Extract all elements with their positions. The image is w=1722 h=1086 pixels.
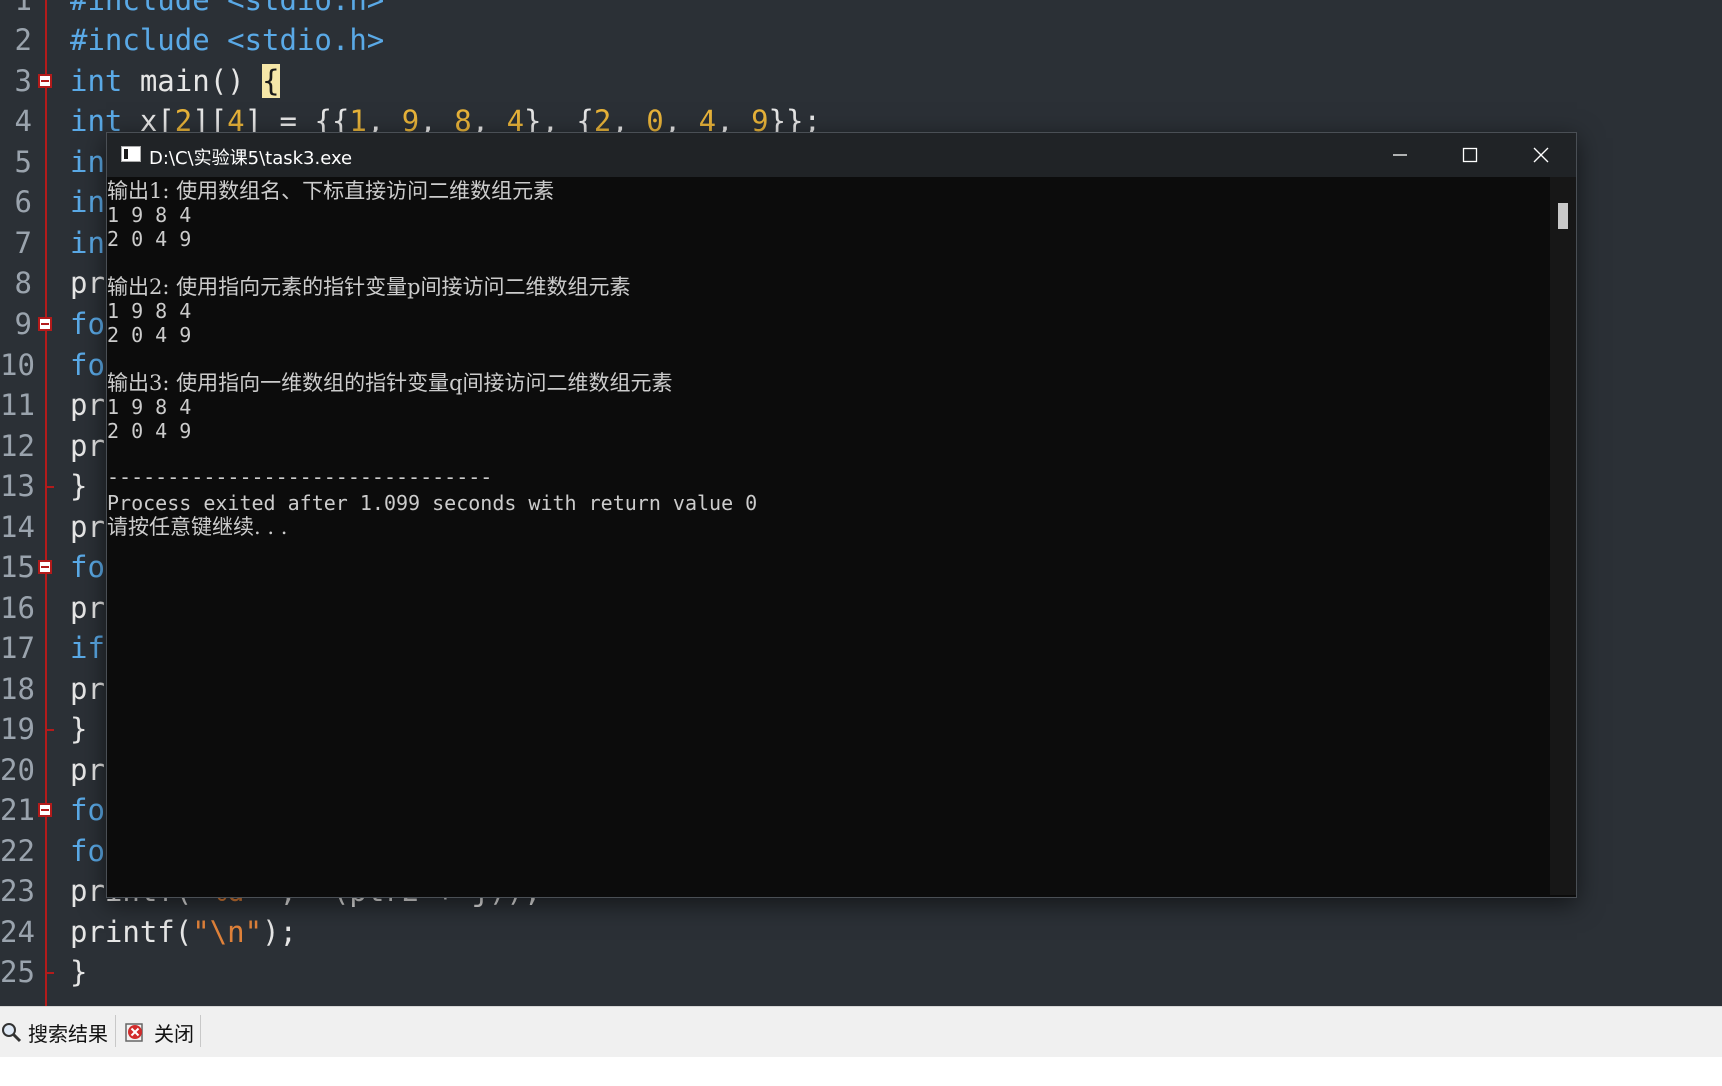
- tab-search-results[interactable]: 搜索结果: [0, 1015, 108, 1049]
- line-number: 1: [14, 0, 32, 17]
- line-number: 6: [14, 185, 32, 219]
- output-line: 2 0 4 9: [107, 323, 192, 347]
- line-number: 3: [14, 64, 32, 98]
- line-number: 4: [14, 104, 32, 138]
- code-line-17: if: [70, 631, 105, 665]
- line-number: 9: [14, 307, 32, 341]
- code-line-20: pr: [70, 753, 105, 787]
- fold-collapse-icon[interactable]: [38, 560, 52, 574]
- close-button[interactable]: 关闭: [124, 1015, 194, 1049]
- minimize-button[interactable]: [1365, 133, 1435, 177]
- output-line: 输出1: 使用数组名、下标直接访问二维数组元素: [107, 179, 555, 203]
- tab-divider: [115, 1015, 116, 1047]
- fold-collapse-icon[interactable]: [38, 74, 52, 88]
- line-number: 24: [0, 915, 35, 949]
- code-line-21: fo: [70, 793, 105, 827]
- line-number: 15: [0, 550, 35, 584]
- close-button-label: 关闭: [154, 1021, 194, 1046]
- line-number: 10: [0, 348, 35, 382]
- magnifier-icon: [0, 1021, 22, 1043]
- console-title: D:\C\实验课5\task3.exe: [149, 148, 353, 169]
- output-line: 1 9 8 4: [107, 299, 192, 323]
- line-number: 16: [0, 591, 35, 625]
- code-line-3: int main() {: [70, 64, 280, 98]
- code-line-12: pr: [70, 429, 105, 463]
- line-number: 14: [0, 510, 35, 544]
- maximize-button[interactable]: [1435, 133, 1505, 177]
- line-number: 8: [14, 266, 32, 300]
- line-number: 12: [0, 429, 35, 463]
- code-line-11: pr: [70, 388, 105, 422]
- scrollbar-thumb[interactable]: [1558, 203, 1568, 229]
- minimize-icon: [1393, 154, 1407, 156]
- line-number: 20: [0, 753, 35, 787]
- line-number: 11: [0, 388, 35, 422]
- line-number: 5: [14, 145, 32, 179]
- output-line: 2 0 4 9: [107, 227, 192, 251]
- code-line-6: in: [70, 185, 105, 219]
- line-number: 25: [0, 955, 35, 989]
- code-line-16: pr: [70, 591, 105, 625]
- code-line-1: #include <stdio.h>: [70, 0, 385, 17]
- output-line: 1 9 8 4: [107, 203, 192, 227]
- console-app-icon: [121, 146, 141, 162]
- output-line: 输出3: 使用指向一维数组的指针变量q间接访问二维数组元素: [107, 371, 673, 395]
- line-number: 2: [14, 23, 32, 57]
- console-window[interactable]: D:\C\实验课5\task3.exe 输出1: 使用数组名、下标直接访问二维数…: [106, 132, 1577, 898]
- press-any-key-line: 请按任意键继续. . .: [107, 515, 288, 539]
- code-line-14: pr: [70, 510, 105, 544]
- process-exit-line: Process exited after 1.099 seconds with …: [107, 491, 758, 515]
- code-line-25: }: [70, 955, 88, 989]
- code-line-15: fo: [70, 550, 105, 584]
- tab-divider: [200, 1015, 201, 1047]
- line-number: 13: [0, 469, 35, 503]
- console-output[interactable]: 输出1: 使用数组名、下标直接访问二维数组元素 1 9 8 4 2 0 4 9 …: [107, 177, 1547, 895]
- output-line: 1 9 8 4: [107, 395, 192, 419]
- console-title-bar[interactable]: D:\C\实验课5\task3.exe: [107, 133, 1576, 177]
- code-line-2: #include <stdio.h>: [70, 23, 385, 57]
- line-number: 18: [0, 672, 35, 706]
- fold-end-marker: [45, 729, 54, 731]
- fold-collapse-icon[interactable]: [38, 803, 52, 817]
- code-line-13: }: [70, 469, 88, 503]
- bottom-panel-tabs: 搜索结果 关闭: [0, 1006, 1722, 1057]
- close-window-icon: [1533, 147, 1549, 163]
- code-line-24: printf("\n");: [70, 915, 297, 949]
- fold-end-marker: [45, 486, 54, 488]
- line-number: 22: [0, 834, 35, 868]
- code-line-5: in: [70, 145, 105, 179]
- matched-brace: {: [262, 64, 280, 98]
- code-line-18: pr: [70, 672, 105, 706]
- code-line-22: fo: [70, 834, 105, 868]
- output-line: 2 0 4 9: [107, 419, 192, 443]
- line-number: 7: [14, 226, 32, 260]
- fold-end-marker: [45, 972, 54, 974]
- maximize-icon: [1462, 147, 1478, 163]
- console-scrollbar[interactable]: [1550, 177, 1576, 895]
- fold-collapse-icon[interactable]: [38, 317, 52, 331]
- code-line-7: in: [70, 226, 105, 260]
- status-area: [0, 1057, 1722, 1086]
- code-line-19: }: [70, 712, 88, 746]
- close-icon: [124, 1021, 146, 1043]
- line-number: 19: [0, 712, 35, 746]
- line-number: 23: [0, 874, 35, 908]
- tab-search-results-label: 搜索结果: [28, 1021, 108, 1046]
- code-line-9: fo: [70, 307, 105, 341]
- line-number: 21: [0, 793, 35, 827]
- close-window-button[interactable]: [1506, 133, 1576, 177]
- fold-guide-line: [45, 0, 47, 1006]
- code-line-10: fo: [70, 348, 105, 382]
- line-number: 17: [0, 631, 35, 665]
- code-line-8: pr: [70, 266, 105, 300]
- separator-line: --------------------------------: [107, 465, 493, 489]
- output-line: 输出2: 使用指向元素的指针变量p间接访问二维数组元素: [107, 275, 631, 299]
